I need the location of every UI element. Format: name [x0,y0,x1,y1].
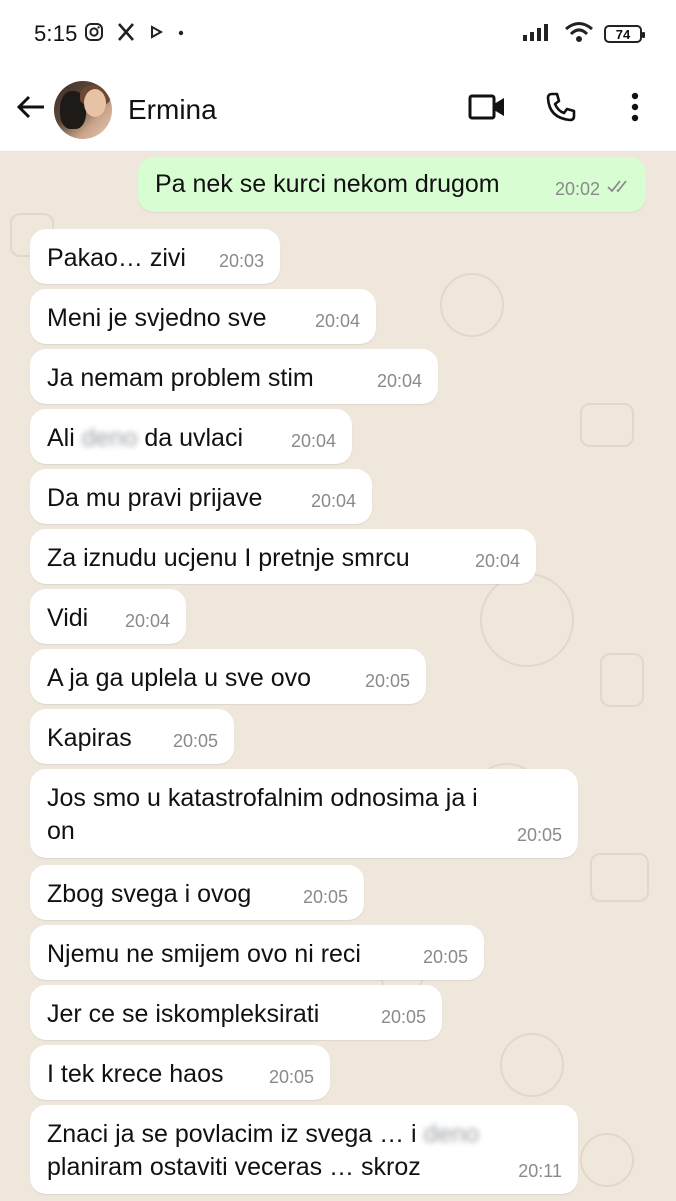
message-time: 20:05 [302,887,348,907]
message-bubble[interactable]: Kapiras 20:05 [30,709,234,764]
x-icon [116,22,136,47]
message-time: 20:05 [422,947,468,967]
status-bar: 5:15 74 [0,0,676,68]
phone-icon [545,91,577,128]
message-bubble[interactable]: Da mu pravi prijave 20:04 [30,469,372,524]
message-bubble[interactable]: Za iznudu ucjenu I pretnje smrcu 20:04 [30,529,536,584]
message-time: 20:04 [314,311,360,331]
message-bubble[interactable]: Znaci ja se povlacim iz svega … i deno p… [30,1105,578,1194]
back-arrow-icon [16,94,46,125]
message-bubble[interactable]: Zbog svega i ovog 20:05 [30,865,364,920]
message-bubble-outgoing[interactable]: Pa nek se kurci nekom drugom 20:02 [138,157,646,212]
wallpaper-doodle [440,273,504,337]
message-time: 20:05 [516,825,562,845]
message-bubble[interactable]: I tek krece haos 20:05 [30,1045,330,1100]
wifi-icon [564,21,594,48]
message-time: 20:05 [268,1067,314,1087]
message-bubble[interactable]: Ali deno da uvlaci 20:04 [30,409,352,464]
chat-header: Ermina [0,68,676,152]
back-button[interactable] [14,93,48,127]
redacted-text: deno [423,1120,480,1148]
status-right: 74 [522,21,645,48]
wallpaper-doodle [600,653,644,707]
more-options-button[interactable] [608,83,662,137]
message-time: 20:11 [518,1161,562,1181]
message-text: Jos smo u katastrofalnim odnosima ja i o… [47,784,478,845]
message-time: 20:05 [364,671,410,691]
message-text: Jer ce se iskompleksirati [47,1000,320,1028]
video-call-button[interactable] [460,83,514,137]
message-bubble[interactable]: Jos smo u katastrofalnim odnosima ja i o… [30,769,578,858]
video-call-icon [468,94,506,125]
wallpaper-doodle [580,403,634,447]
signal-icon [522,22,554,47]
message-bubble[interactable]: Vidi 20:04 [30,589,186,644]
message-text: Da mu pravi prijave [47,484,263,512]
message-bubble[interactable]: Pakao… zivi 20:03 [30,229,280,284]
more-vert-icon [630,92,640,127]
message-time: 20:05 [172,731,218,751]
message-time: 20:05 [380,1007,426,1027]
message-text: Znaci ja se povlacim iz svega … i deno p… [47,1120,480,1181]
wallpaper-doodle [590,853,649,902]
redacted-text: deno [81,424,138,452]
instagram-icon [84,22,104,47]
message-bubble[interactable]: Ja nemam problem stim 20:04 [30,349,438,404]
message-time: 20:04 [376,371,422,391]
notification-icons [84,22,186,47]
message-time: 20:02 [554,179,600,199]
message-time: 20:04 [290,431,336,451]
avatar[interactable] [54,80,112,139]
contact-name[interactable]: Ermina [128,94,217,126]
message-text: A ja ga uplela u sve ovo [47,664,312,692]
message-time: 20:04 [124,611,170,631]
play-icon [148,24,164,45]
battery-icon: 74 [604,25,645,43]
message-text: Ja nemam problem stim [47,364,314,392]
read-receipt-icon [606,170,632,203]
chat-area[interactable]: Pa nek se kurci nekom drugom 20:02 Pakao… [0,153,676,1201]
message-text: Meni je svjedno sve [47,304,267,332]
message-text: Njemu ne smijem ovo ni reci [47,940,361,968]
message-bubble[interactable]: A ja ga uplela u sve ovo 20:05 [30,649,426,704]
dot-icon [176,25,186,43]
wallpaper-doodle [580,1133,634,1187]
message-bubble[interactable]: Meni je svjedno sve 20:04 [30,289,376,344]
message-time: 20:04 [310,491,356,511]
message-time: 20:03 [218,251,264,271]
message-bubble[interactable]: Njemu ne smijem ovo ni reci 20:05 [30,925,484,980]
message-text: Za iznudu ucjenu I pretnje smrcu [47,544,410,572]
header-actions [440,83,662,137]
status-time: 5:15 [34,21,78,46]
wallpaper-doodle [500,1033,564,1097]
voice-call-button[interactable] [534,83,588,137]
wallpaper-doodle [480,573,574,667]
message-time: 20:04 [474,551,520,571]
message-bubble[interactable]: Jer ce se iskompleksirati 20:05 [30,985,442,1040]
